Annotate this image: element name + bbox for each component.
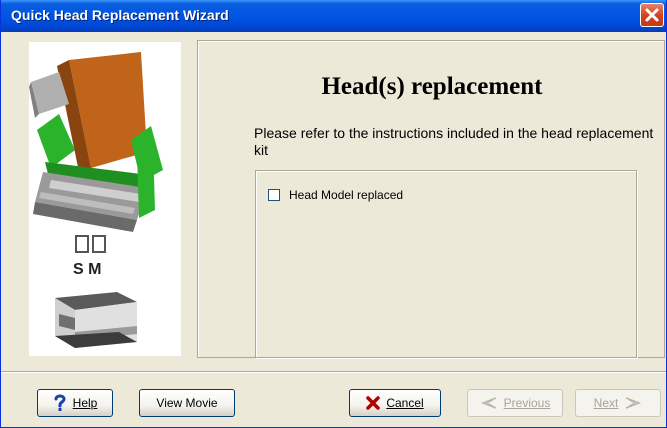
instructions-text: Please refer to the instructions include… xyxy=(254,125,654,158)
previous-button[interactable]: Previous xyxy=(467,389,563,417)
help-label: Help xyxy=(72,396,98,410)
content-panel: Head(s) replacement Please refer to the … xyxy=(197,40,665,358)
help-icon xyxy=(53,394,67,412)
window-title: Quick Head Replacement Wizard xyxy=(11,7,229,23)
cancel-x-icon xyxy=(366,396,381,410)
side-illustration-panel: S M xyxy=(29,42,181,356)
replacement-group-box: Head Model replaced xyxy=(255,170,637,358)
head-model-replaced-checkbox[interactable] xyxy=(268,189,280,201)
next-button[interactable]: Next xyxy=(575,389,661,417)
cancel-button[interactable]: Cancel xyxy=(349,389,441,417)
view-movie-button[interactable]: View Movie xyxy=(139,389,235,417)
next-label: Next xyxy=(593,396,619,410)
close-button[interactable] xyxy=(640,3,664,27)
help-button[interactable]: Help xyxy=(37,389,113,417)
head-mode-letters: S M xyxy=(73,261,102,278)
previous-arrow-icon xyxy=(480,396,498,410)
page-heading: Head(s) replacement xyxy=(321,73,543,100)
view-movie-label: View Movie xyxy=(156,396,218,410)
next-arrow-icon xyxy=(624,396,642,410)
wizard-window: Quick Head Replacement Wizard S M Head(s… xyxy=(0,0,667,428)
title-bar[interactable]: Quick Head Replacement Wizard xyxy=(1,0,666,32)
footer-separator xyxy=(1,371,666,373)
printhead-illustration xyxy=(29,52,163,348)
head-model-replaced-option[interactable]: Head Model replaced xyxy=(268,188,403,202)
cancel-label: Cancel xyxy=(386,396,424,410)
previous-label: Previous xyxy=(503,396,551,410)
head-model-replaced-label[interactable]: Head Model replaced xyxy=(289,188,403,202)
close-icon xyxy=(645,8,659,22)
